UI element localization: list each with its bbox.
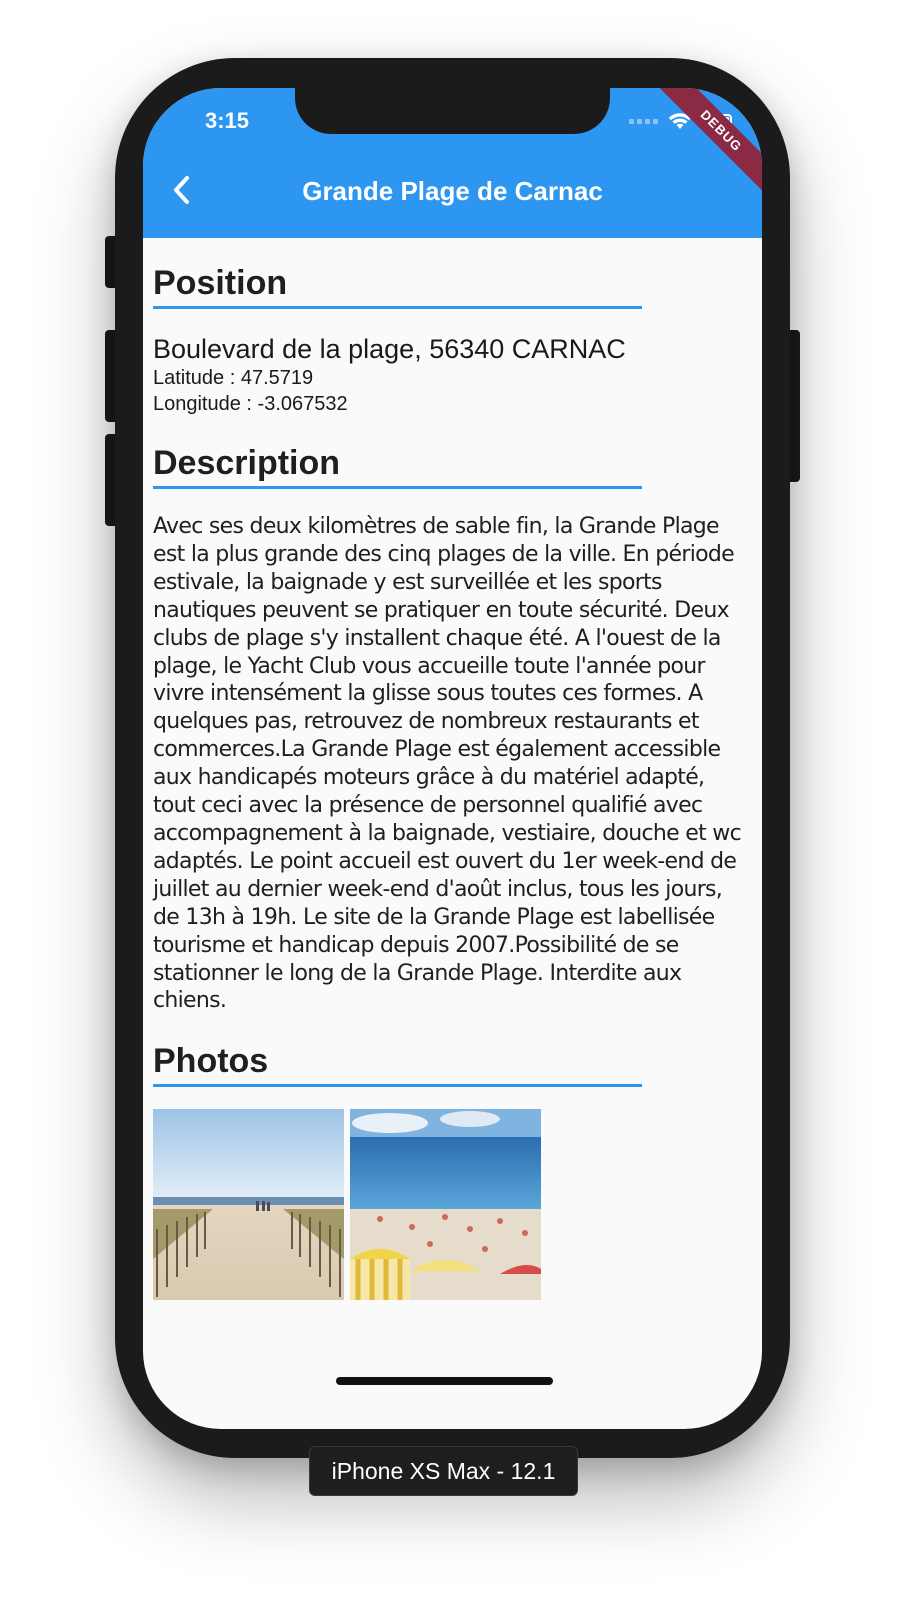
description-heading: Description	[153, 443, 642, 489]
position-heading: Position	[153, 263, 642, 309]
detail-content: Position Boulevard de la plage, 56340 CA…	[153, 238, 753, 1301]
device-label: iPhone XS Max - 12.1	[309, 1446, 578, 1496]
photos-heading: Photos	[153, 1041, 642, 1088]
beach-path-photo[interactable]	[153, 1109, 344, 1301]
description-text: Avec ses deux kilomètres de sable fin, l…	[153, 514, 742, 1014]
app-bar: 3:15 DEBUG Grande Plage de Carnac	[143, 88, 762, 238]
notch	[295, 88, 610, 134]
home-indicator[interactable]	[336, 1377, 553, 1385]
crowded-beach-photo[interactable]	[350, 1109, 541, 1301]
photo-gallery	[153, 1109, 753, 1301]
longitude-text: Longitude : -3.067532	[153, 393, 348, 415]
page-title: Grande Plage de Carnac	[302, 176, 603, 206]
status-time: 3:15	[205, 108, 250, 133]
phone-screen: 3:15 DEBUG Grande Plage de Carnac Positi…	[143, 88, 762, 1429]
address-text: Boulevard de la plage, 56340 CARNAC	[153, 334, 626, 364]
signal-icon	[629, 118, 658, 124]
latitude-text: Latitude : 47.5719	[153, 367, 314, 389]
simulator-stage: 3:15 DEBUG Grande Plage de Carnac Positi…	[0, 0, 905, 1600]
